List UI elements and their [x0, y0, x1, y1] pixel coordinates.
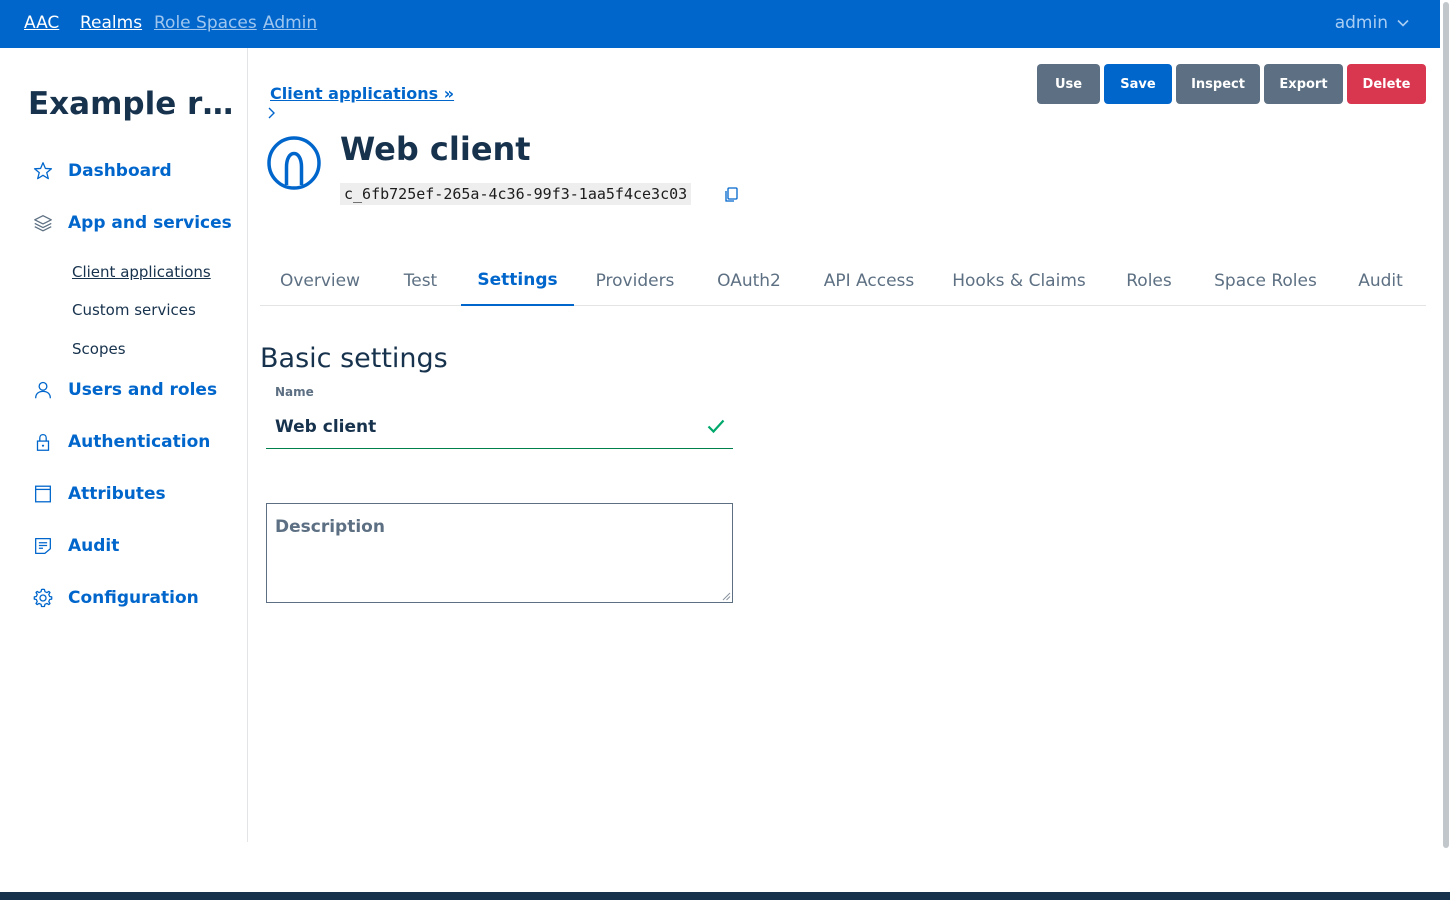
delete-button[interactable]: Delete: [1347, 64, 1426, 104]
layers-icon: [32, 212, 54, 234]
tab-overview[interactable]: Overview: [260, 256, 380, 305]
sidebar-item-label: Configuration: [68, 588, 199, 608]
check-icon: [707, 419, 725, 434]
description-textarea[interactable]: [266, 503, 733, 603]
resize-grip-icon[interactable]: [721, 591, 731, 601]
chevron-right-icon: [268, 107, 275, 119]
scrollbar-track[interactable]: [1440, 0, 1450, 892]
tab-settings[interactable]: Settings: [461, 256, 574, 306]
sidebar-item-dashboard[interactable]: Dashboard: [32, 160, 172, 182]
lock-icon: [32, 431, 54, 453]
brand-link[interactable]: AAC: [24, 13, 59, 33]
sidebar-subitem-custom-services[interactable]: Custom services: [72, 301, 196, 319]
sidebar-item-configuration[interactable]: Configuration: [32, 587, 199, 609]
tab-roles[interactable]: Roles: [1102, 256, 1196, 305]
inspect-button[interactable]: Inspect: [1176, 64, 1260, 104]
scrollbar-thumb[interactable]: [1443, 2, 1449, 848]
tab-providers[interactable]: Providers: [574, 256, 696, 305]
tab-audit[interactable]: Audit: [1335, 256, 1426, 305]
user-icon: [32, 379, 54, 401]
sidebar-item-attributes[interactable]: Attributes: [32, 483, 166, 505]
use-button[interactable]: Use: [1037, 64, 1100, 104]
tab-oauth2[interactable]: OAuth2: [696, 256, 802, 305]
sidebar-item-label: Audit: [68, 536, 120, 556]
sidebar-item-label: Attributes: [68, 484, 166, 504]
tab-bar: Overview Test Settings Providers OAuth2 …: [260, 256, 1426, 306]
user-name: admin: [1334, 13, 1388, 33]
nav-link-admin[interactable]: Admin: [263, 13, 317, 33]
sidebar-item-authentication[interactable]: Authentication: [32, 431, 210, 453]
nav-link-realms[interactable]: Realms: [80, 13, 142, 33]
client-id: c_6fb725ef-265a-4c36-99f3-1aa5f4ce3c03: [340, 183, 692, 205]
tab-test[interactable]: Test: [380, 256, 461, 305]
sidebar-item-label: Authentication: [68, 432, 211, 452]
export-button[interactable]: Export: [1264, 64, 1343, 104]
section-title: Basic settings: [260, 343, 448, 374]
sidebar-item-app-and-services[interactable]: App and services: [32, 212, 232, 234]
name-field-label: Name: [275, 385, 314, 399]
sidebar-item-label: App and services: [68, 213, 232, 233]
tab-api-access[interactable]: API Access: [802, 256, 936, 305]
sidebar: Example realm Dashboard App and services…: [0, 48, 248, 842]
sidebar-item-users-and-roles[interactable]: Users and roles: [32, 379, 217, 401]
tab-space-roles[interactable]: Space Roles: [1196, 256, 1335, 305]
copy-icon[interactable]: [724, 187, 738, 203]
sidebar-item-label: Users and roles: [68, 380, 218, 400]
sidebar-item-label: Dashboard: [68, 161, 172, 181]
app-title: Web client: [340, 130, 531, 168]
sidebar-subitem-client-applications[interactable]: Client applications: [72, 263, 211, 281]
star-icon: [32, 160, 54, 182]
save-button[interactable]: Save: [1104, 64, 1172, 104]
gear-icon: [32, 587, 54, 609]
realm-title: Example realm: [28, 86, 234, 122]
note-icon: [32, 535, 54, 557]
openid-icon: [267, 136, 321, 190]
archive-icon: [32, 483, 54, 505]
user-menu[interactable]: admin: [1335, 13, 1410, 33]
sidebar-item-audit[interactable]: Audit: [32, 535, 119, 557]
footer-band: [0, 892, 1450, 900]
top-navbar: AAC Realms Role Spaces Admin admin: [0, 0, 1440, 48]
nav-link-role-spaces[interactable]: Role Spaces: [154, 13, 257, 33]
breadcrumb-client-applications[interactable]: Client applications »: [270, 84, 454, 103]
name-input[interactable]: [266, 406, 733, 449]
sidebar-subitem-scopes[interactable]: Scopes: [72, 340, 126, 358]
chevron-down-icon: [1397, 19, 1409, 27]
tab-hooks-and-claims[interactable]: Hooks & Claims: [936, 256, 1102, 305]
